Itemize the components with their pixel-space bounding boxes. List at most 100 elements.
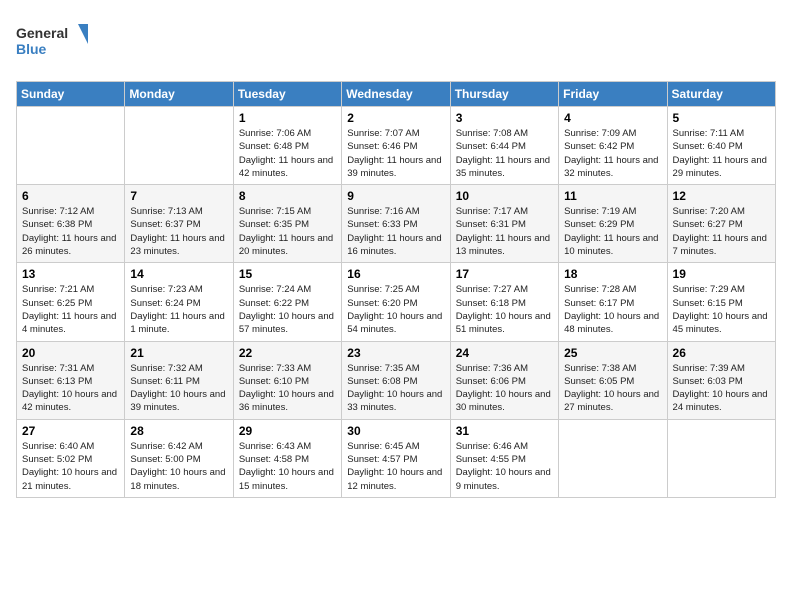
day-number: 25 bbox=[564, 346, 661, 360]
logo-svg: General Blue bbox=[16, 16, 96, 66]
calendar-cell bbox=[559, 419, 667, 497]
day-info: Sunrise: 7:28 AM Sunset: 6:17 PM Dayligh… bbox=[564, 283, 661, 336]
day-info: Sunrise: 7:25 AM Sunset: 6:20 PM Dayligh… bbox=[347, 283, 444, 336]
day-info: Sunrise: 7:24 AM Sunset: 6:22 PM Dayligh… bbox=[239, 283, 336, 336]
calendar-cell: 18 Sunrise: 7:28 AM Sunset: 6:17 PM Dayli… bbox=[559, 263, 667, 341]
calendar-header-row: SundayMondayTuesdayWednesdayThursdayFrid… bbox=[17, 82, 776, 107]
day-number: 6 bbox=[22, 189, 119, 203]
calendar-cell: 21 Sunrise: 7:32 AM Sunset: 6:11 PM Dayli… bbox=[125, 341, 233, 419]
day-number: 30 bbox=[347, 424, 444, 438]
day-number: 5 bbox=[673, 111, 770, 125]
day-number: 15 bbox=[239, 267, 336, 281]
calendar-week-row: 27 Sunrise: 6:40 AM Sunset: 5:02 PM Dayli… bbox=[17, 419, 776, 497]
calendar-day-header: Friday bbox=[559, 82, 667, 107]
day-number: 24 bbox=[456, 346, 553, 360]
day-number: 23 bbox=[347, 346, 444, 360]
calendar-cell: 6 Sunrise: 7:12 AM Sunset: 6:38 PM Daylig… bbox=[17, 185, 125, 263]
calendar-cell: 1 Sunrise: 7:06 AM Sunset: 6:48 PM Daylig… bbox=[233, 107, 341, 185]
calendar-cell: 4Sunrise: 7:09 AM Sunset: 6:42 PM Daylig… bbox=[559, 107, 667, 185]
calendar-cell: 26 Sunrise: 7:39 AM Sunset: 6:03 PM Dayli… bbox=[667, 341, 775, 419]
calendar-cell: 5 Sunrise: 7:11 AM Sunset: 6:40 PM Daylig… bbox=[667, 107, 775, 185]
day-number: 17 bbox=[456, 267, 553, 281]
day-number: 26 bbox=[673, 346, 770, 360]
day-info: Sunrise: 7:20 AM Sunset: 6:27 PM Dayligh… bbox=[673, 205, 770, 258]
day-number: 27 bbox=[22, 424, 119, 438]
calendar-day-header: Saturday bbox=[667, 82, 775, 107]
calendar-cell: 15 Sunrise: 7:24 AM Sunset: 6:22 PM Dayli… bbox=[233, 263, 341, 341]
day-number: 12 bbox=[673, 189, 770, 203]
day-number: 4 bbox=[564, 111, 661, 125]
day-number: 1 bbox=[239, 111, 336, 125]
day-info: Sunrise: 7:38 AM Sunset: 6:05 PM Dayligh… bbox=[564, 362, 661, 415]
day-number: 7 bbox=[130, 189, 227, 203]
day-number: 28 bbox=[130, 424, 227, 438]
calendar-cell: 16 Sunrise: 7:25 AM Sunset: 6:20 PM Dayli… bbox=[342, 263, 450, 341]
day-info: Sunrise: 6:46 AM Sunset: 4:55 PM Dayligh… bbox=[456, 440, 553, 493]
calendar-cell: 9 Sunrise: 7:16 AM Sunset: 6:33 PM Daylig… bbox=[342, 185, 450, 263]
day-number: 10 bbox=[456, 189, 553, 203]
calendar-cell bbox=[125, 107, 233, 185]
calendar-week-row: 13Sunrise: 7:21 AM Sunset: 6:25 PM Dayli… bbox=[17, 263, 776, 341]
day-number: 2 bbox=[347, 111, 444, 125]
day-number: 18 bbox=[564, 267, 661, 281]
calendar-week-row: 1 Sunrise: 7:06 AM Sunset: 6:48 PM Daylig… bbox=[17, 107, 776, 185]
calendar-body: 1 Sunrise: 7:06 AM Sunset: 6:48 PM Daylig… bbox=[17, 107, 776, 498]
day-number: 9 bbox=[347, 189, 444, 203]
calendar-cell: 10Sunrise: 7:17 AM Sunset: 6:31 PM Dayli… bbox=[450, 185, 558, 263]
day-info: Sunrise: 7:16 AM Sunset: 6:33 PM Dayligh… bbox=[347, 205, 444, 258]
calendar-cell: 11 Sunrise: 7:19 AM Sunset: 6:29 PM Dayli… bbox=[559, 185, 667, 263]
calendar-cell: 8 Sunrise: 7:15 AM Sunset: 6:35 PM Daylig… bbox=[233, 185, 341, 263]
day-info: Sunrise: 7:33 AM Sunset: 6:10 PM Dayligh… bbox=[239, 362, 336, 415]
calendar-day-header: Thursday bbox=[450, 82, 558, 107]
calendar-week-row: 6 Sunrise: 7:12 AM Sunset: 6:38 PM Daylig… bbox=[17, 185, 776, 263]
day-number: 16 bbox=[347, 267, 444, 281]
day-number: 13 bbox=[22, 267, 119, 281]
day-info: Sunrise: 7:06 AM Sunset: 6:48 PM Dayligh… bbox=[239, 127, 336, 180]
day-info: Sunrise: 7:19 AM Sunset: 6:29 PM Dayligh… bbox=[564, 205, 661, 258]
day-number: 21 bbox=[130, 346, 227, 360]
calendar-cell: 19Sunrise: 7:29 AM Sunset: 6:15 PM Dayli… bbox=[667, 263, 775, 341]
calendar-day-header: Sunday bbox=[17, 82, 125, 107]
calendar-cell: 2Sunrise: 7:07 AM Sunset: 6:46 PM Daylig… bbox=[342, 107, 450, 185]
calendar-cell: 23Sunrise: 7:35 AM Sunset: 6:08 PM Dayli… bbox=[342, 341, 450, 419]
calendar-cell: 27 Sunrise: 6:40 AM Sunset: 5:02 PM Dayli… bbox=[17, 419, 125, 497]
page-header: General Blue bbox=[16, 16, 776, 71]
day-info: Sunrise: 7:29 AM Sunset: 6:15 PM Dayligh… bbox=[673, 283, 770, 336]
day-info: Sunrise: 7:15 AM Sunset: 6:35 PM Dayligh… bbox=[239, 205, 336, 258]
calendar-cell: 12 Sunrise: 7:20 AM Sunset: 6:27 PM Dayli… bbox=[667, 185, 775, 263]
day-info: Sunrise: 7:32 AM Sunset: 6:11 PM Dayligh… bbox=[130, 362, 227, 415]
calendar-cell bbox=[667, 419, 775, 497]
logo: General Blue bbox=[16, 16, 96, 71]
day-info: Sunrise: 7:27 AM Sunset: 6:18 PM Dayligh… bbox=[456, 283, 553, 336]
day-info: Sunrise: 7:08 AM Sunset: 6:44 PM Dayligh… bbox=[456, 127, 553, 180]
calendar-cell: 17 Sunrise: 7:27 AM Sunset: 6:18 PM Dayli… bbox=[450, 263, 558, 341]
calendar-day-header: Monday bbox=[125, 82, 233, 107]
day-number: 8 bbox=[239, 189, 336, 203]
day-number: 31 bbox=[456, 424, 553, 438]
calendar-cell: 14Sunrise: 7:23 AM Sunset: 6:24 PM Dayli… bbox=[125, 263, 233, 341]
calendar-cell: 25 Sunrise: 7:38 AM Sunset: 6:05 PM Dayli… bbox=[559, 341, 667, 419]
calendar-cell: 28 Sunrise: 6:42 AM Sunset: 5:00 PM Dayli… bbox=[125, 419, 233, 497]
calendar-cell: 3Sunrise: 7:08 AM Sunset: 6:44 PM Daylig… bbox=[450, 107, 558, 185]
day-info: Sunrise: 7:13 AM Sunset: 6:37 PM Dayligh… bbox=[130, 205, 227, 258]
calendar-cell: 29 Sunrise: 6:43 AM Sunset: 4:58 PM Dayli… bbox=[233, 419, 341, 497]
calendar-cell: 24Sunrise: 7:36 AM Sunset: 6:06 PM Dayli… bbox=[450, 341, 558, 419]
day-number: 11 bbox=[564, 189, 661, 203]
calendar-day-header: Wednesday bbox=[342, 82, 450, 107]
day-info: Sunrise: 7:12 AM Sunset: 6:38 PM Dayligh… bbox=[22, 205, 119, 258]
day-info: Sunrise: 7:11 AM Sunset: 6:40 PM Dayligh… bbox=[673, 127, 770, 180]
day-number: 20 bbox=[22, 346, 119, 360]
day-info: Sunrise: 7:23 AM Sunset: 6:24 PM Dayligh… bbox=[130, 283, 227, 336]
calendar-cell: 13Sunrise: 7:21 AM Sunset: 6:25 PM Dayli… bbox=[17, 263, 125, 341]
calendar-cell: 20 Sunrise: 7:31 AM Sunset: 6:13 PM Dayli… bbox=[17, 341, 125, 419]
day-info: Sunrise: 6:40 AM Sunset: 5:02 PM Dayligh… bbox=[22, 440, 119, 493]
calendar-week-row: 20 Sunrise: 7:31 AM Sunset: 6:13 PM Dayli… bbox=[17, 341, 776, 419]
day-number: 29 bbox=[239, 424, 336, 438]
day-info: Sunrise: 6:42 AM Sunset: 5:00 PM Dayligh… bbox=[130, 440, 227, 493]
day-info: Sunrise: 7:31 AM Sunset: 6:13 PM Dayligh… bbox=[22, 362, 119, 415]
day-number: 22 bbox=[239, 346, 336, 360]
day-info: Sunrise: 7:39 AM Sunset: 6:03 PM Dayligh… bbox=[673, 362, 770, 415]
day-info: Sunrise: 6:43 AM Sunset: 4:58 PM Dayligh… bbox=[239, 440, 336, 493]
day-info: Sunrise: 6:45 AM Sunset: 4:57 PM Dayligh… bbox=[347, 440, 444, 493]
calendar-cell: 22 Sunrise: 7:33 AM Sunset: 6:10 PM Dayli… bbox=[233, 341, 341, 419]
